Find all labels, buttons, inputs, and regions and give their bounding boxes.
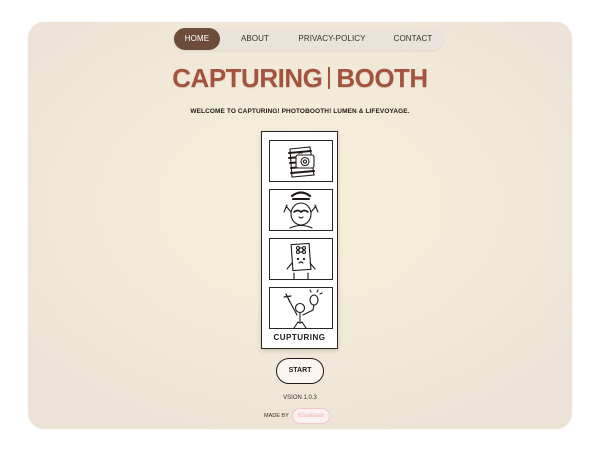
- made-by-label: MADE BY: [264, 413, 289, 419]
- title-right: BOOTH: [336, 63, 428, 93]
- welcome-subtitle: WELCOME TO CAPTURING! PHOTOBOOTH! LUMEN …: [190, 108, 410, 115]
- version-text: VSION 1.0.3: [283, 395, 317, 401]
- made-by: MADE BY Khalilaah: [264, 408, 331, 424]
- title-divider: [328, 67, 331, 89]
- top-nav: HOME ABOUT PRIVACY-POLICY CONTACT: [174, 28, 444, 50]
- strip-frame-2: [269, 189, 333, 231]
- page-title: CAPTURING BOOTH: [28, 63, 572, 94]
- strip-frame-3: [269, 238, 333, 280]
- mustache-face-icon: [283, 191, 319, 229]
- nav-privacy-policy[interactable]: PRIVACY-POLICY: [292, 28, 372, 50]
- photo-strip: CUPTURING: [261, 131, 338, 349]
- strip-frame-1: [269, 140, 333, 182]
- start-button[interactable]: START: [276, 358, 324, 384]
- nav-about[interactable]: ABOUT: [230, 28, 280, 50]
- camera-face-icon: [288, 146, 315, 178]
- app-card: HOME ABOUT PRIVACY-POLICY CONTACT CAPTUR…: [28, 22, 572, 429]
- strip-frame-4: [269, 287, 333, 329]
- flower-paper-icon: [286, 242, 316, 279]
- title-left: CAPTURING: [172, 63, 323, 93]
- strip-label: CUPTURING: [273, 333, 326, 342]
- balloon-person-icon: [283, 289, 323, 328]
- author-badge[interactable]: Khalilaah: [291, 408, 331, 424]
- nav-home[interactable]: HOME: [174, 28, 220, 50]
- nav-contact[interactable]: CONTACT: [384, 28, 442, 50]
